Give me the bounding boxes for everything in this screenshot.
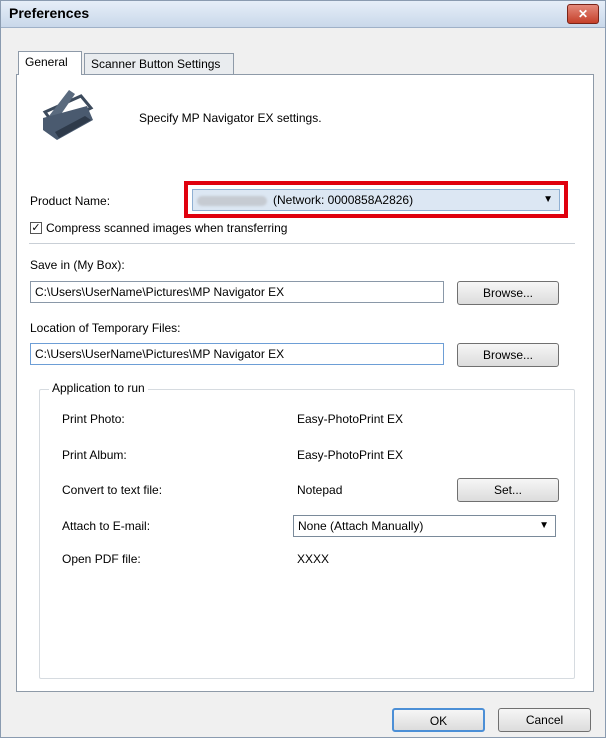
tab-scanner-button-settings[interactable]: Scanner Button Settings — [84, 53, 234, 75]
save-in-value: C:\Users\UserName\Pictures\MP Navigator … — [35, 285, 285, 299]
close-icon: ✕ — [577, 7, 589, 21]
attach-email-label: Attach to E-mail: — [62, 519, 151, 533]
convert-text-set-label: Set... — [493, 483, 522, 497]
temp-files-label: Location of Temporary Files: — [30, 321, 181, 335]
tab-scanner-button-settings-label: Scanner Button Settings — [91, 57, 221, 71]
save-in-browse-button[interactable]: Browse... — [457, 281, 559, 305]
cancel-label: Cancel — [525, 713, 564, 727]
ok-button[interactable]: OK — [392, 708, 485, 732]
cancel-button[interactable]: Cancel — [498, 708, 591, 732]
tab-general-label: General — [25, 55, 68, 69]
close-button[interactable]: ✕ — [567, 4, 599, 24]
tab-general[interactable]: General — [18, 51, 82, 75]
checkmark-icon: ✓ — [31, 222, 41, 234]
temp-files-value: C:\Users\UserName\Pictures\MP Navigator … — [35, 347, 285, 361]
open-pdf-label: Open PDF file: — [62, 552, 141, 566]
convert-text-set-button[interactable]: Set... — [457, 478, 559, 502]
product-name-value: (Network: 0000858A2826) — [273, 193, 414, 207]
print-photo-label: Print Photo: — [62, 412, 125, 426]
header-description: Specify MP Navigator EX settings. — [139, 111, 322, 125]
title-bar[interactable]: Preferences ✕ — [1, 1, 605, 28]
ok-label: OK — [429, 714, 448, 728]
window-title: Preferences — [9, 5, 90, 21]
application-group-title: Application to run — [49, 381, 148, 395]
temp-files-browse-label: Browse... — [482, 348, 533, 362]
scanner-icon — [42, 90, 94, 140]
compress-label: Compress scanned images when transferrin… — [46, 221, 288, 235]
temp-files-input[interactable]: C:\Users\UserName\Pictures\MP Navigator … — [30, 343, 444, 365]
save-in-input[interactable]: C:\Users\UserName\Pictures\MP Navigator … — [30, 281, 444, 303]
print-album-label: Print Album: — [62, 448, 127, 462]
preferences-window: Preferences ✕ General Scanner Button Set… — [0, 0, 606, 738]
product-name-label: Product Name: — [30, 194, 111, 208]
blurred-product-name — [197, 195, 267, 206]
save-in-browse-label: Browse... — [482, 286, 533, 300]
product-name-select[interactable]: (Network: 0000858A2826) ▼ — [192, 189, 560, 211]
open-pdf-value: XXXX — [297, 552, 330, 566]
attach-email-value: None (Attach Manually) — [298, 519, 424, 533]
save-in-label: Save in (My Box): — [30, 258, 125, 272]
chevron-down-icon: ▼ — [539, 520, 549, 531]
convert-text-value: Notepad — [297, 483, 343, 497]
compress-checkbox[interactable]: ✓ — [30, 222, 42, 234]
convert-text-label: Convert to text file: — [62, 483, 163, 497]
print-photo-value: Easy-PhotoPrint EX — [297, 412, 404, 426]
temp-files-browse-button[interactable]: Browse... — [457, 343, 559, 367]
section-divider — [29, 243, 575, 244]
print-album-value: Easy-PhotoPrint EX — [297, 448, 404, 462]
attach-email-select[interactable]: None (Attach Manually) ▼ — [293, 515, 556, 537]
chevron-down-icon: ▼ — [543, 194, 553, 205]
